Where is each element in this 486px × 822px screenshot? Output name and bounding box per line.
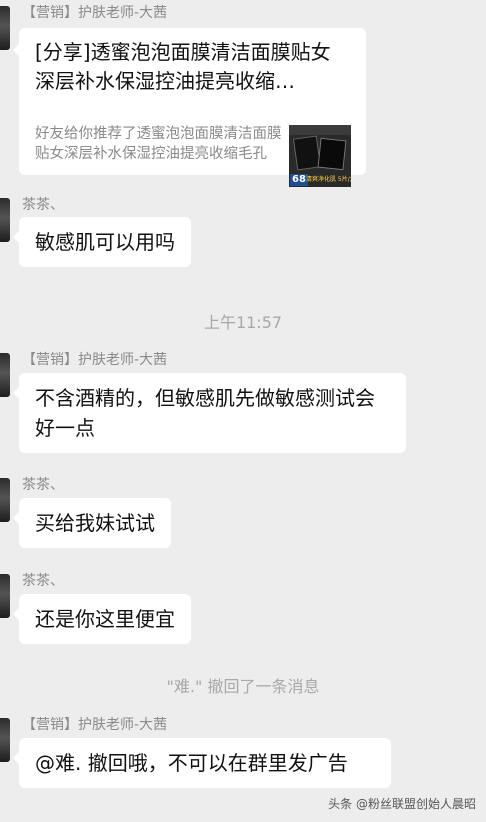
avatar[interactable] (0, 478, 10, 522)
message-bubble[interactable]: 买给我妹试试 (13, 498, 171, 548)
thumbnail-header (289, 125, 351, 135)
message-bubble[interactable]: 不含酒精的，但敏感肌先做敏感测试会好一点 (13, 373, 406, 453)
avatar[interactable] (0, 6, 10, 50)
sender-name: 茶茶、 (22, 197, 64, 213)
message-bubble[interactable]: 敏感肌可以用吗 (13, 217, 191, 267)
mask-package-image (317, 137, 347, 171)
product-thumbnail: 68 清爽净化肌 5片/盒 (289, 125, 351, 187)
message-1: 【营销】护肤老师-大茜 [分享]透蜜泡泡面膜清洁面膜贴女深层补水保湿控油提亮收缩… (0, 0, 486, 187)
card-title: [分享]透蜜泡泡面膜清洁面膜贴女深层补水保湿控油提亮收缩… (35, 40, 331, 93)
sender-name: 茶茶、 (22, 573, 64, 589)
avatar[interactable] (0, 198, 10, 242)
avatar[interactable] (0, 353, 10, 397)
message-bubble[interactable]: @难. 撤回哦，不可以在群里发广告 (13, 738, 391, 788)
timestamp: 上午11:57 (203, 313, 283, 332)
card-description: 好友给你推荐了透蜜泡泡面膜清洁面膜贴女深层补水保湿控油提亮收缩毛孔 (35, 126, 282, 162)
avatar[interactable] (0, 574, 10, 618)
watermark: 头条 @粉丝联盟创始人晨昭 (328, 797, 476, 811)
message-bubble[interactable]: 还是你这里便宜 (13, 594, 191, 644)
sender-name: 【营销】护肤老师-大茜 (22, 5, 168, 21)
sender-name: 【营销】护肤老师-大茜 (22, 717, 168, 733)
avatar[interactable] (0, 718, 10, 762)
sender-name: 【营销】护肤老师-大茜 (22, 352, 168, 368)
recall-notice: "难." 撤回了一条消息 (166, 677, 320, 696)
sender-name: 茶茶、 (22, 477, 64, 493)
thumbnail-tag: 清爽净化肌 5片/盒 (306, 176, 351, 183)
shared-link-card[interactable]: [分享]透蜜泡泡面膜清洁面膜贴女深层补水保湿控油提亮收缩… 好友给你推荐了透蜜泡… (13, 28, 366, 187)
